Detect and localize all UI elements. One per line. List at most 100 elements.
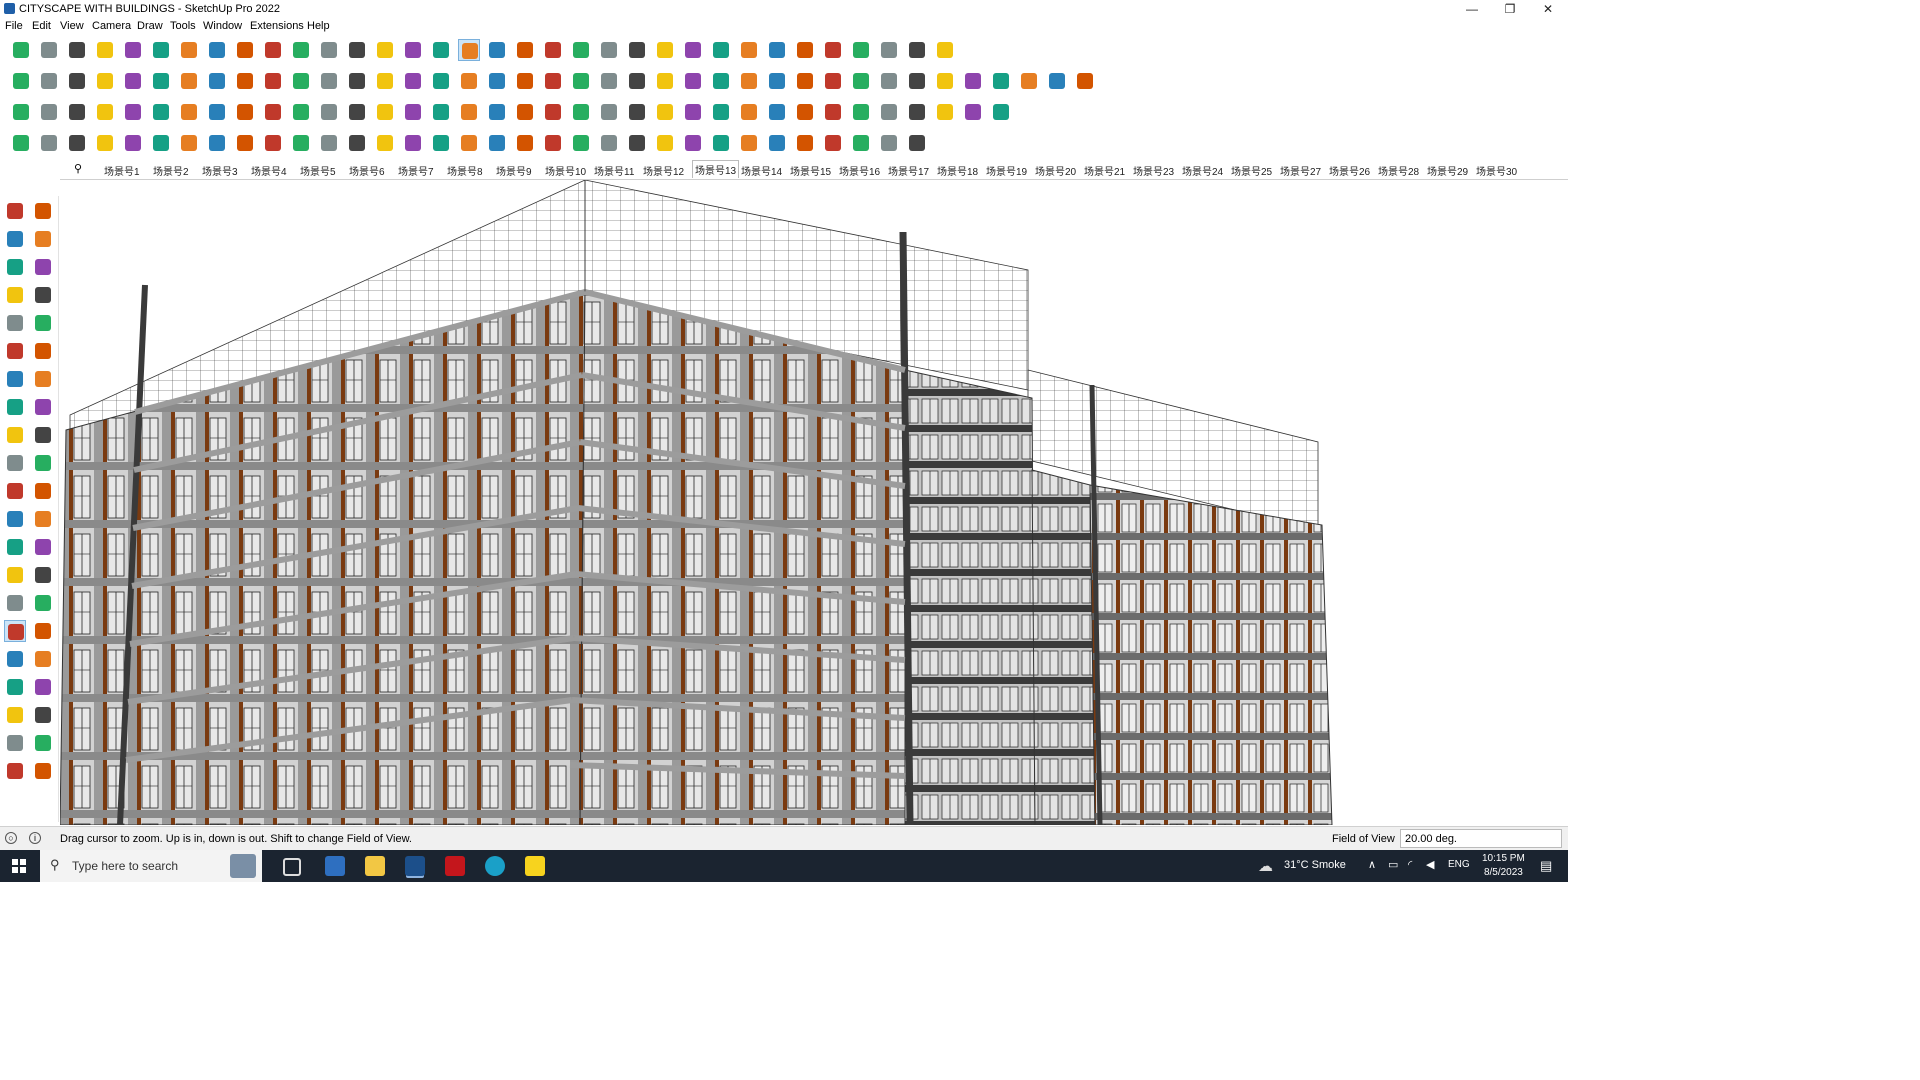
measure-tool-button[interactable]: [682, 132, 704, 154]
scene-tab[interactable]: 场景号28: [1378, 163, 1419, 178]
scene-tab[interactable]: 场景号14: [741, 163, 782, 178]
scene-tab[interactable]: 场景号5: [300, 163, 336, 178]
xray-tool-button[interactable]: [32, 760, 54, 782]
scene-tab[interactable]: 场景号26: [1329, 163, 1370, 178]
nurbs-tool-button[interactable]: [654, 101, 676, 123]
edge-loop-tool-button[interactable]: [990, 101, 1012, 123]
array-tool-button[interactable]: [962, 70, 984, 92]
scene-tab[interactable]: 场景号20: [1035, 163, 1076, 178]
paint-tool-button[interactable]: [4, 228, 26, 250]
shaded-tool-button[interactable]: [682, 70, 704, 92]
offset-tool-button[interactable]: [32, 480, 54, 502]
edit-vertex-tool-button[interactable]: [10, 132, 32, 154]
spline-tool-button[interactable]: [598, 101, 620, 123]
terrain-tool-button[interactable]: [990, 70, 1012, 92]
smooth-tool-button[interactable]: [794, 101, 816, 123]
split-tool-button[interactable]: [318, 101, 340, 123]
rectangle-tool-button[interactable]: [150, 39, 172, 61]
freehand-tool-button[interactable]: [32, 284, 54, 306]
zoom-extents-tool-button[interactable]: [4, 648, 26, 670]
smoove-tool-button[interactable]: [290, 70, 312, 92]
menu-draw[interactable]: Draw: [137, 20, 163, 32]
pull-along-tool-button[interactable]: [262, 132, 284, 154]
scene-tab[interactable]: 场景号18: [937, 163, 978, 178]
text-tool-button[interactable]: [346, 39, 368, 61]
scene-tab[interactable]: 场景号27: [1280, 163, 1321, 178]
edit-edge-tool-button[interactable]: [38, 132, 60, 154]
unlock-tool-button[interactable]: [150, 101, 172, 123]
polygon-tool-button[interactable]: [32, 340, 54, 362]
cone-tool-button[interactable]: [1074, 70, 1096, 92]
monochrome-tool-button[interactable]: [738, 70, 760, 92]
grow-tool-button[interactable]: [934, 101, 956, 123]
dimensions-tool-button[interactable]: [654, 39, 676, 61]
scene-tab[interactable]: 场景号7: [398, 163, 434, 178]
calculator-app-icon[interactable]: [325, 856, 345, 876]
zoom-window-tool-button[interactable]: [32, 620, 54, 642]
protractor-tool-button[interactable]: [4, 536, 26, 558]
lock-tool-button[interactable]: [122, 101, 144, 123]
snap-tool-button[interactable]: [598, 132, 620, 154]
scene-search-icon[interactable]: ⚲: [74, 162, 82, 175]
roof-tool-button[interactable]: [486, 70, 508, 92]
dimension-tool-button[interactable]: [32, 508, 54, 530]
inset-tool-button[interactable]: [206, 132, 228, 154]
axes-tool-button[interactable]: [4, 564, 26, 586]
select-ring-tool-button[interactable]: [906, 101, 928, 123]
house-tool-button[interactable]: [430, 70, 452, 92]
move-tool-button[interactable]: [234, 39, 256, 61]
fillet-tool-button[interactable]: [374, 101, 396, 123]
walk-tool-button[interactable]: [4, 704, 26, 726]
instructor-icon[interactable]: i: [29, 832, 41, 844]
scene-tab[interactable]: 场景号23: [1133, 163, 1174, 178]
grid-tool-button[interactable]: [626, 132, 648, 154]
measurements-field[interactable]: 20.00 deg.: [1400, 829, 1562, 848]
edge-browser-icon[interactable]: [485, 856, 505, 876]
sphere-tool-button[interactable]: [1046, 70, 1068, 92]
sticky-notes-icon[interactable]: [525, 856, 545, 876]
distribute-tool-button[interactable]: [570, 132, 592, 154]
walk-tool-button[interactable]: [738, 39, 760, 61]
scene-tab[interactable]: 场景号24: [1182, 163, 1223, 178]
taskbar-clock[interactable]: 10:15 PM 8/5/2023: [1482, 852, 1525, 880]
back-view-tool-button[interactable]: [122, 70, 144, 92]
orbit-2-tool-button[interactable]: [4, 592, 26, 614]
rectangle-tool-button[interactable]: [4, 312, 26, 334]
loft-tool-button[interactable]: [486, 101, 508, 123]
align-tool-button[interactable]: [542, 132, 564, 154]
sketchup-taskbar-icon[interactable]: [405, 856, 425, 876]
magnet-tool-button[interactable]: [654, 132, 676, 154]
tape-tool-button[interactable]: [318, 39, 340, 61]
display-icon[interactable]: ▭: [1388, 858, 1398, 871]
zoom-extents-2-tool-button[interactable]: [514, 39, 536, 61]
left-view-tool-button[interactable]: [150, 70, 172, 92]
ruler-tool-button[interactable]: [878, 70, 900, 92]
scene-tab[interactable]: 场景号4: [251, 163, 287, 178]
shrink-tool-button[interactable]: [962, 101, 984, 123]
menu-tools[interactable]: Tools: [170, 20, 196, 32]
hidden-geometry-tool-button[interactable]: [570, 39, 592, 61]
menu-camera[interactable]: Camera: [92, 20, 131, 32]
polygon-tool-button[interactable]: [794, 70, 816, 92]
cut-tool-button[interactable]: [682, 101, 704, 123]
menu-help[interactable]: Help: [307, 20, 330, 32]
scene-tab[interactable]: 场景号2: [153, 163, 189, 178]
arc-tool-button[interactable]: [822, 70, 844, 92]
cap-tool-button[interactable]: [402, 132, 424, 154]
model-viewport[interactable]: [60, 180, 1568, 825]
previous-tool-button[interactable]: [32, 648, 54, 670]
shed-tool-button[interactable]: [458, 70, 480, 92]
shadow-tool-button[interactable]: [822, 39, 844, 61]
line-tool-button[interactable]: [4, 284, 26, 306]
scene-tab[interactable]: 场景号13: [692, 160, 740, 178]
scene-tab[interactable]: 场景号12: [643, 163, 684, 178]
curve-tool-button[interactable]: [542, 101, 564, 123]
3d-text-tool-button[interactable]: [32, 564, 54, 586]
bezier-tool-button[interactable]: [570, 101, 592, 123]
menu-edit[interactable]: Edit: [32, 20, 51, 32]
box-tool-button[interactable]: [1018, 70, 1040, 92]
offset-tool-button[interactable]: [430, 101, 452, 123]
merge-tool-button[interactable]: [486, 132, 508, 154]
flatten-tool-button[interactable]: [514, 132, 536, 154]
solid-union-tool-button[interactable]: [178, 101, 200, 123]
